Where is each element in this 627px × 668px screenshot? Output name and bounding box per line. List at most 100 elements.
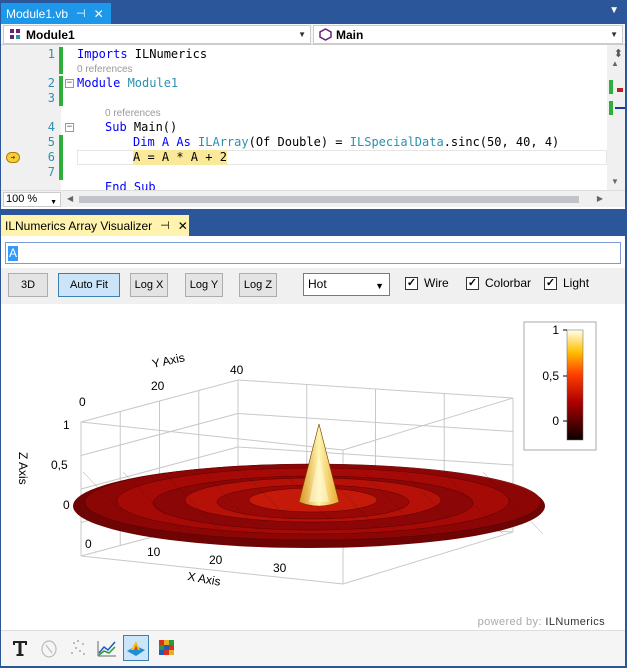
z-tick-label: 0: [63, 498, 70, 512]
log-x-button[interactable]: Log X: [130, 273, 168, 297]
code-lens: 0 references: [1, 106, 607, 121]
auto-fit-button[interactable]: Auto Fit: [58, 273, 120, 297]
checkmark-icon: ✓: [544, 276, 557, 290]
code-line-2[interactable]: 2 − Module Module1: [1, 76, 607, 91]
code-line-1[interactable]: 1 Imports ILNumerics: [1, 47, 607, 62]
powered-by-label: powered by: ILNumerics: [478, 616, 605, 628]
vertical-scrollbar[interactable]: ⬍ ▲ ▼: [607, 45, 625, 190]
code-text: End Sub: [105, 180, 156, 190]
change-marker: [59, 150, 63, 165]
colorbar-tick-label: 0: [552, 414, 559, 428]
line-number: 4: [47, 120, 55, 134]
expression-input[interactable]: A: [5, 242, 621, 264]
line-number: 7: [47, 165, 55, 179]
checkmark-icon: ✓: [405, 276, 418, 290]
box-edge: [342, 397, 514, 451]
tab-dropdown-icon[interactable]: ▼: [609, 5, 619, 16]
change-marker: [59, 91, 63, 106]
change-overview-marker: [609, 80, 613, 94]
zoom-dropdown[interactable]: 100 % ▼: [3, 192, 61, 207]
collapse-icon[interactable]: −: [65, 79, 74, 88]
horizontal-scrollbar[interactable]: 100 % ▼ ◀ ▶: [1, 190, 625, 207]
execution-pointer-icon[interactable]: ➔: [6, 152, 20, 163]
close-icon[interactable]: ✕: [178, 219, 188, 233]
change-marker: [59, 76, 63, 91]
x-axis-title: X Axis: [186, 569, 221, 589]
colorbar-frame: [523, 321, 597, 451]
line-number: 5: [47, 135, 55, 149]
y-axis-title: Y Axis: [151, 350, 186, 371]
colorbar-checkbox[interactable]: ✓ Colorbar: [466, 276, 531, 290]
change-marker: [59, 62, 63, 74]
method-icon: [318, 28, 332, 42]
scroll-left-icon[interactable]: ◀: [67, 194, 73, 203]
error-overview-marker: [617, 88, 623, 92]
colorbar-gradient: [566, 329, 584, 441]
expression-text: A: [8, 246, 19, 261]
colormap-value: Hot: [308, 277, 327, 291]
collapse-icon[interactable]: −: [65, 123, 74, 132]
navigation-bar: Module1 ▼ Main ▼: [1, 24, 625, 45]
colorbar-tick-label: 1: [552, 323, 559, 337]
type-dropdown-label: Module1: [26, 27, 75, 42]
3d-button[interactable]: 3D: [8, 273, 48, 297]
code-line-8[interactable]: End Sub: [1, 180, 607, 190]
code-text: A = A * A + 2: [133, 150, 227, 165]
code-text: Sub Main(): [105, 120, 178, 134]
colormap-dropdown[interactable]: Hot ▼: [303, 273, 390, 296]
type-dropdown[interactable]: Module1 ▼: [3, 25, 311, 44]
code-line-6[interactable]: ➔ 6 A = A * A + 2: [1, 150, 607, 165]
member-dropdown-label: Main: [336, 27, 364, 42]
scatter-icon[interactable]: [65, 635, 91, 661]
log-z-button[interactable]: Log Z: [239, 273, 277, 297]
surface-icon[interactable]: [123, 635, 149, 661]
code-lens: 0 references: [1, 62, 607, 77]
visualizer-tab[interactable]: ILNumerics Array Visualizer ⊣ ✕: [1, 215, 189, 236]
line-plot-icon[interactable]: [94, 635, 120, 661]
pin-icon[interactable]: ⊣: [160, 219, 170, 232]
colorbar-label: Colorbar: [485, 276, 532, 290]
code-line-4[interactable]: 4 − Sub Main(): [1, 120, 607, 135]
y-tick-label: 0: [79, 395, 86, 409]
y-tick-label: 20: [151, 379, 165, 393]
member-dropdown[interactable]: Main ▼: [313, 25, 623, 44]
imagesc-icon[interactable]: [154, 635, 180, 661]
chevron-down-icon: ▼: [610, 30, 618, 39]
z-tick-label: 0,5: [51, 458, 68, 472]
close-icon[interactable]: ✕: [94, 7, 104, 21]
change-marker: [59, 135, 63, 150]
plot-type-bar: [1, 630, 625, 666]
change-marker: [59, 47, 63, 62]
document-tab-label: Module1.vb: [6, 6, 69, 21]
visualizer-tab-label: ILNumerics Array Visualizer: [5, 218, 153, 233]
wire-checkbox[interactable]: ✓ Wire: [405, 276, 449, 290]
references-codelens[interactable]: 0 references: [77, 62, 133, 77]
chevron-down-icon: ▼: [375, 281, 384, 291]
document-tab-module1[interactable]: Module1.vb ⊣ ✕: [1, 3, 111, 24]
scroll-right-icon[interactable]: ▶: [597, 194, 603, 203]
plot-canvas[interactable]: 0 10 20 30 0 20 40 0 0,5 1 X Axis Y Axis Z Axis 1 0,5…: [1, 304, 625, 630]
scroll-thumb[interactable]: [79, 196, 579, 203]
code-text: Module Module1: [77, 76, 179, 90]
code-line-5[interactable]: 5 Dim A As ILArray(Of Double) = ILSpecia…: [1, 135, 607, 150]
surface-plot[interactable]: 0 10 20 30 0 20 40 0 0,5 1 X Axis Y Axis Z Axis 1 0,5…: [1, 304, 625, 630]
cursor-icon[interactable]: [36, 635, 62, 661]
line-number: 1: [47, 47, 55, 61]
chevron-down-icon: ▼: [50, 199, 57, 206]
powered-by-text: powered by:: [477, 616, 542, 628]
code-line-3[interactable]: 3: [1, 91, 607, 106]
y-tick-label: 40: [230, 363, 244, 377]
code-area[interactable]: 1 Imports ILNumerics 0 references 2 − Mo…: [1, 45, 625, 190]
references-codelens[interactable]: 0 references: [105, 106, 161, 121]
pin-icon[interactable]: ⊣: [76, 7, 86, 20]
line-number: 2: [47, 76, 55, 90]
visualizer-toolbar: 3D Auto Fit Log X Log Y Log Z Hot ▼ ✓ Wi…: [1, 268, 625, 304]
log-y-button[interactable]: Log Y: [185, 273, 223, 297]
scroll-down-icon[interactable]: ▼: [611, 177, 619, 186]
text-icon[interactable]: [7, 635, 33, 661]
light-checkbox[interactable]: ✓ Light: [544, 276, 589, 290]
visualizer-panel: A 3D Auto Fit Log X Log Y Log Z Hot ▼ ✓ …: [1, 236, 625, 666]
code-line-7[interactable]: 7: [1, 165, 607, 180]
scroll-up-icon[interactable]: ▲: [611, 59, 619, 68]
code-text: Dim A As ILArray(Of Double) = ILSpecialD…: [133, 135, 560, 149]
